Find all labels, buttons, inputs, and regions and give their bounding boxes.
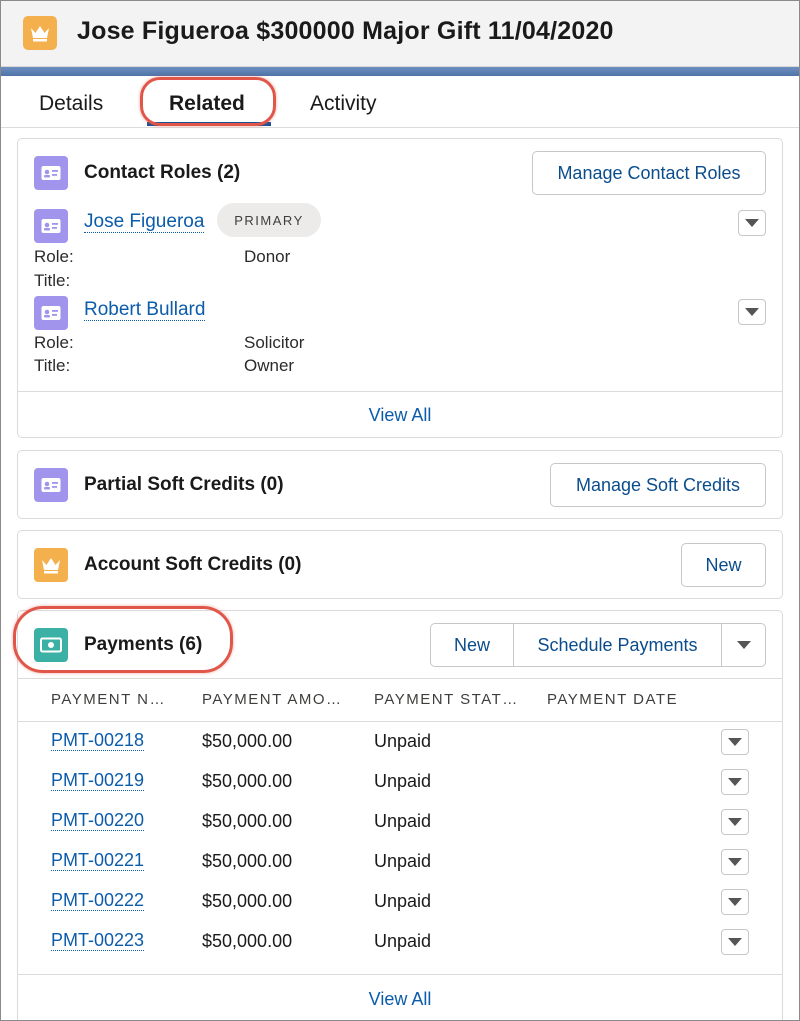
payment-amount: $50,000.00 [202,851,293,871]
table-row: PMT-00219 $50,000.00 Unpaid [18,762,782,802]
chevron-down-icon [728,778,742,786]
chevron-down-icon [745,219,759,227]
payment-link[interactable]: PMT-00218 [51,730,145,751]
primary-badge: PRIMARY [217,203,321,237]
payment-status: Unpaid [374,891,432,911]
tab-bar: Details Related Activity [1,76,799,128]
schedule-payments-button[interactable]: Schedule Payments [513,623,722,667]
row-menu-button[interactable] [721,769,749,795]
payment-amount: $50,000.00 [202,931,293,951]
account-soft-credits-title: Account Soft Credits (0) [84,554,302,575]
column-header-payment-amount[interactable]: PAYMENT AMO… [202,691,343,708]
chevron-down-icon [736,641,751,649]
account-soft-credits-card: Account Soft Credits (0) New [17,530,783,599]
new-account-soft-credit-button[interactable]: New [681,543,766,587]
related-tab-callout [140,77,276,126]
payment-amount: $50,000.00 [202,811,293,831]
title-label: Title: [34,271,71,290]
payments-menu-button[interactable] [721,623,766,667]
row-menu-button[interactable] [721,929,749,955]
column-header-payment-date[interactable]: PAYMENT DATE [547,691,678,708]
payment-link[interactable]: PMT-00222 [51,890,145,911]
tab-details[interactable]: Details [39,92,103,116]
role-value: Solicitor [244,333,305,352]
crown-icon [34,548,68,582]
chevron-down-icon [728,818,742,826]
contact-roles-view-all-link[interactable]: View All [18,405,782,426]
chevron-down-icon [745,308,759,316]
column-header-payment-status[interactable]: PAYMENT STAT… [374,691,519,708]
payment-link[interactable]: PMT-00221 [51,850,145,871]
column-header-payment-name[interactable]: PAYMENT N… [51,691,166,708]
card-footer-divider [18,391,782,392]
manage-contact-roles-button[interactable]: Manage Contact Roles [532,151,766,195]
chevron-down-icon [728,898,742,906]
contact-link-robert-bullard[interactable]: Robert Bullard [84,299,206,321]
partial-soft-credits-title: Partial Soft Credits (0) [84,474,284,495]
table-row: PMT-00220 $50,000.00 Unpaid [18,802,782,842]
chevron-down-icon [728,938,742,946]
payment-link[interactable]: PMT-00223 [51,930,145,951]
payment-link[interactable]: PMT-00220 [51,810,145,831]
payment-amount: $50,000.00 [202,771,293,791]
contact-roles-card: Contact Roles (2) Manage Contact Roles J… [17,138,783,438]
card-footer-divider [18,974,782,975]
header-band [1,67,799,76]
payment-status: Unpaid [374,811,432,831]
contact-icon [34,296,68,330]
row-menu-button[interactable] [721,889,749,915]
table-row: PMT-00223 $50,000.00 Unpaid [18,922,782,962]
payments-callout [13,606,233,673]
payment-status: Unpaid [374,771,432,791]
chevron-down-icon [728,858,742,866]
payment-amount: $50,000.00 [202,891,293,911]
contact-roles-title: Contact Roles (2) [84,162,241,183]
table-row: PMT-00221 $50,000.00 Unpaid [18,842,782,882]
payment-status: Unpaid [374,851,432,871]
role-value: Donor [244,247,291,266]
contact-row-menu-button[interactable] [738,299,766,325]
contact-icon [34,209,68,243]
payments-view-all-link[interactable]: View All [18,989,782,1010]
payment-status: Unpaid [374,931,432,951]
contact-card-icon [34,468,68,502]
title-value: Owner [244,356,295,375]
record-page: Jose Figueroa $300000 Major Gift 11/04/2… [0,0,800,1021]
payment-link[interactable]: PMT-00219 [51,770,145,791]
record-header: Jose Figueroa $300000 Major Gift 11/04/2… [1,1,799,67]
record-title: Jose Figueroa $300000 Major Gift 11/04/2… [77,17,614,45]
contact-card-icon [34,156,68,190]
role-label: Role: [34,333,74,352]
title-label: Title: [34,356,71,375]
manage-soft-credits-button[interactable]: Manage Soft Credits [550,463,766,507]
payment-status: Unpaid [374,731,432,751]
row-menu-button[interactable] [721,849,749,875]
row-menu-button[interactable] [721,729,749,755]
crown-icon [23,16,57,50]
contact-link-jose-figueroa[interactable]: Jose Figueroa [84,211,205,233]
table-row: PMT-00218 $50,000.00 Unpaid [18,722,782,762]
table-row: PMT-00222 $50,000.00 Unpaid [18,882,782,922]
partial-soft-credits-card: Partial Soft Credits (0) Manage Soft Cre… [17,450,783,519]
new-payment-button[interactable]: New [430,623,514,667]
tab-activity[interactable]: Activity [310,92,377,116]
chevron-down-icon [728,738,742,746]
contact-row-menu-button[interactable] [738,210,766,236]
row-menu-button[interactable] [721,809,749,835]
payment-amount: $50,000.00 [202,731,293,751]
role-label: Role: [34,247,74,266]
